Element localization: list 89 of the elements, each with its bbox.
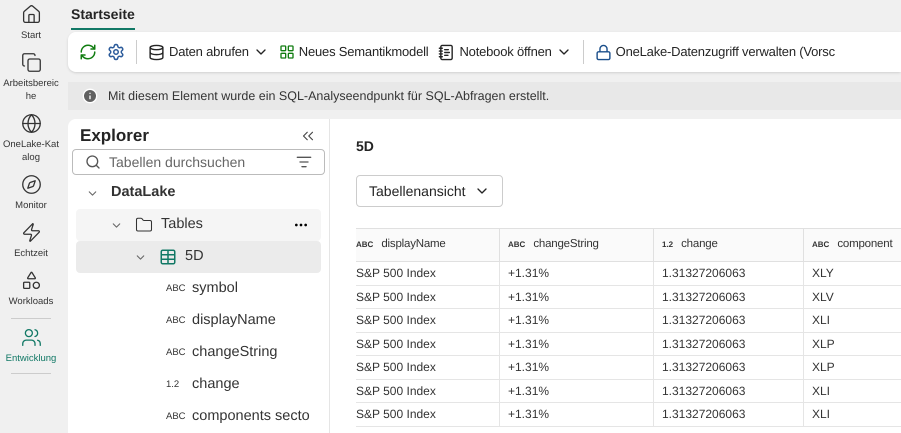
table-cell: 1.31327206063	[654, 380, 804, 402]
people-icon	[20, 327, 42, 348]
rail-item[interactable]: Echtzeit	[0, 222, 62, 260]
rail-item[interactable]: Arbeitsbereiche	[0, 52, 62, 103]
column-tree-item[interactable]: ABC symbol	[76, 273, 321, 305]
table-cell: +1.31%	[500, 262, 654, 284]
notebook-icon	[438, 44, 456, 60]
table-cell: XLI	[804, 380, 901, 402]
header-label: change	[681, 237, 718, 252]
type-label: ABC	[166, 314, 187, 328]
filter-icon[interactable]	[296, 154, 312, 170]
search-icon	[85, 154, 101, 170]
lock-icon	[594, 44, 612, 60]
info-icon	[82, 88, 98, 104]
table-cell: S&P 500 Index	[356, 286, 500, 308]
type-label: ABC	[812, 239, 830, 251]
rail-item[interactable]: Monitor	[0, 174, 62, 212]
rail-item[interactable]: Entwicklung	[0, 327, 62, 365]
header-label: component	[837, 237, 892, 252]
table-cell: 1.31327206063	[654, 403, 804, 426]
table-cell: S&P 500 Index	[356, 332, 500, 355]
type-label: ABC	[166, 410, 187, 424]
table-cell: S&P 500 Index	[356, 356, 500, 378]
type-label: ABC	[166, 282, 187, 296]
table-cell: S&P 500 Index	[356, 403, 500, 426]
search-input[interactable]: Tabellen durchsuchen	[109, 152, 288, 173]
toolbar-button[interactable]: Notebook öffnen	[435, 37, 575, 67]
table-cell: 1.31327206063	[654, 356, 804, 378]
column-tree-item[interactable]: ABC changeString	[76, 337, 321, 369]
rail-item[interactable]: OneLake-Katalog	[0, 113, 62, 164]
table-cell: 1.31327206063	[654, 262, 804, 284]
refresh-icon	[79, 43, 97, 61]
column-header[interactable]: ABC component	[804, 229, 901, 261]
table-cell: S&P 500 Index	[356, 309, 500, 332]
table-cell: +1.31%	[500, 286, 654, 308]
tab[interactable]: Startseite	[71, 4, 135, 30]
rail-item[interactable]: Start	[0, 4, 62, 42]
view-dropdown[interactable]: Tabellenansicht	[356, 175, 503, 207]
table-cell: 1.31327206063	[654, 309, 804, 332]
folder-icon	[135, 216, 153, 234]
table-cell: XLY	[804, 262, 901, 284]
table-cell: 1.31327206063	[654, 332, 804, 355]
table-cell: +1.31%	[500, 332, 654, 355]
grid-icon	[278, 44, 295, 60]
tree-item[interactable]: 5D	[76, 241, 321, 273]
table-cell: 1.31327206063	[654, 286, 804, 308]
column-header[interactable]: 1.2 change	[654, 229, 804, 261]
table-cell: XLI	[804, 309, 901, 332]
settings-icon	[107, 43, 125, 61]
header-label: displayName	[381, 237, 446, 252]
type-label: 1.2	[662, 239, 674, 251]
search-field[interactable]: Tabellen durchsuchen	[72, 149, 325, 175]
toolbar-button[interactable]: Daten abrufen	[145, 37, 272, 67]
database-icon	[148, 44, 165, 60]
table-cell: XLP	[804, 332, 901, 355]
table-cell: S&P 500 Index	[356, 380, 500, 402]
info-message: Mit diesem Element wurde ein SQL-Analyseendpunkt für SQL-Abfragen erstellt.	[108, 88, 550, 105]
type-label: 1.2	[166, 378, 180, 392]
stacked-windows-icon	[20, 52, 42, 73]
table-cell: XLV	[804, 286, 901, 308]
shapes-icon	[20, 270, 42, 291]
type-label: ABC	[508, 239, 526, 251]
table-title: 5D	[356, 137, 375, 156]
globe-icon	[20, 113, 42, 134]
panel-title: Explorer	[80, 125, 149, 148]
table-cell: +1.31%	[500, 403, 654, 426]
column-header[interactable]: ABC displayName	[356, 229, 500, 261]
table-cell: XLI	[804, 403, 901, 426]
column-tree-item[interactable]: ABC components secto	[76, 401, 321, 433]
table-cell: S&P 500 Index	[356, 262, 500, 284]
table-cell: XLP	[804, 356, 901, 378]
toolbar-button[interactable]: Neues Semantikmodell	[276, 37, 432, 67]
toolbar-button[interactable]: OneLake-Datenzugriff verwalten (Vorsc	[592, 37, 838, 67]
column-tree-item[interactable]: ABC displayName	[76, 305, 321, 337]
compass-icon	[20, 174, 42, 195]
header-label: changeString	[533, 237, 599, 252]
column-tree-item[interactable]: 1.2 change	[76, 369, 321, 401]
column-header[interactable]: ABC changeString	[500, 229, 654, 261]
table-cell: +1.31%	[500, 309, 654, 332]
type-label: ABC	[356, 239, 374, 251]
lightning-icon	[20, 222, 42, 243]
table-cell: +1.31%	[500, 380, 654, 402]
tree-item[interactable]: DataLake	[76, 177, 321, 209]
type-label: ABC	[166, 346, 187, 360]
table-icon	[159, 248, 177, 266]
table-cell: +1.31%	[500, 356, 654, 378]
rail-item[interactable]: Workloads	[0, 270, 62, 308]
home-icon	[20, 4, 42, 25]
tree-item[interactable]: Tables	[76, 209, 321, 241]
